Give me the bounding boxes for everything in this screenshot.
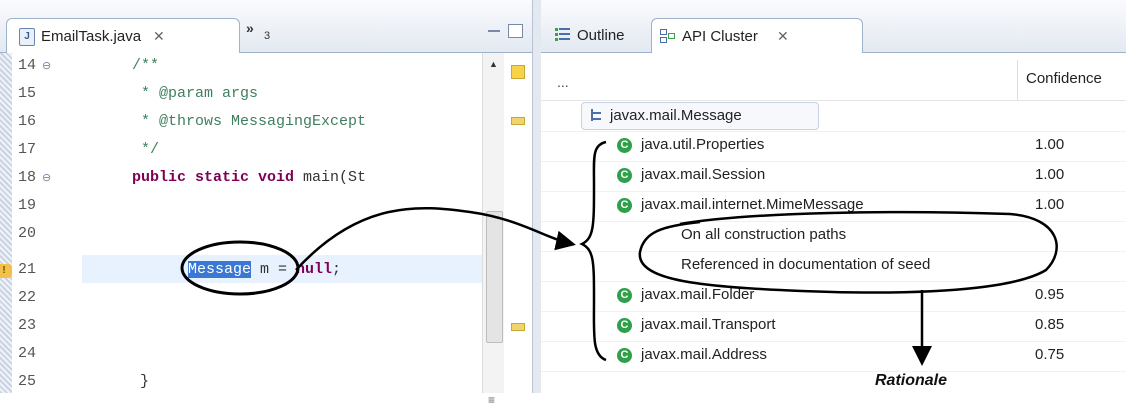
minimize-icon[interactable] bbox=[488, 30, 500, 32]
tree-row[interactable]: C javax.mail.Folder 0.95 bbox=[541, 281, 1126, 312]
class-icon: C bbox=[617, 348, 632, 363]
class-icon: C bbox=[617, 288, 632, 303]
fold-collapse-icon[interactable]: ⊖ bbox=[42, 59, 51, 72]
vertical-scrollbar[interactable]: ▲ ≡ bbox=[482, 53, 505, 407]
code-text: main(St bbox=[294, 169, 367, 186]
row-confidence: 0.85 bbox=[1035, 316, 1065, 333]
editor-tab-bar: J EmailTask.java ✕ » 3 bbox=[0, 0, 532, 53]
editor-gutter bbox=[0, 53, 12, 393]
api-cluster-view-pane: Outline API Cluster ✕ ... Confidence jav… bbox=[541, 0, 1126, 393]
class-icon: C bbox=[617, 168, 632, 183]
code-text: ; bbox=[332, 261, 342, 278]
code-text: m = bbox=[251, 261, 297, 278]
code-line-17: */ bbox=[132, 141, 160, 158]
table-header: ... Confidence bbox=[541, 60, 1126, 101]
line-number: 21 bbox=[18, 261, 37, 278]
tab-outline-label: Outline bbox=[577, 27, 625, 44]
line-number: 23 bbox=[18, 317, 37, 334]
line-number: 20 bbox=[18, 225, 37, 242]
line-number: 22 bbox=[18, 289, 37, 306]
overview-marker-icon[interactable] bbox=[511, 323, 525, 331]
tree-row[interactable]: C javax.mail.internet.MimeMessage 1.00 bbox=[541, 191, 1126, 222]
line-number: 17 bbox=[18, 141, 37, 158]
rationale-caption: Rationale bbox=[875, 372, 948, 389]
overview-marker-icon[interactable] bbox=[511, 65, 525, 79]
column-header-name[interactable]: ... bbox=[557, 74, 569, 90]
row-confidence: 1.00 bbox=[1035, 166, 1065, 183]
line-number: 25 bbox=[18, 373, 37, 390]
java-editor-pane: J EmailTask.java ✕ » 3 14 ⊖ 15 16 17 18 … bbox=[0, 0, 532, 407]
row-confidence: 1.00 bbox=[1035, 196, 1065, 213]
outline-icon bbox=[555, 28, 571, 42]
line-number: 24 bbox=[18, 345, 37, 362]
root-node[interactable]: javax.mail.Message bbox=[581, 102, 819, 130]
java-file-icon: J bbox=[19, 28, 35, 46]
fold-collapse-icon[interactable]: ⊖ bbox=[42, 171, 51, 184]
rationale-row[interactable]: Referenced in documentation of seed bbox=[541, 251, 1126, 282]
rationale-label: On all construction paths bbox=[681, 226, 847, 243]
tree-row[interactable]: C javax.mail.Transport 0.85 bbox=[541, 311, 1126, 342]
scroll-grip-icon[interactable]: ≡ bbox=[488, 393, 495, 407]
code-line-18: public static void main(St bbox=[132, 169, 366, 186]
close-icon[interactable]: ✕ bbox=[153, 28, 165, 45]
keyword-text: public static void bbox=[132, 169, 295, 186]
class-icon: C bbox=[617, 138, 632, 153]
tab-api-cluster-label: API Cluster bbox=[682, 28, 758, 45]
rationale-row[interactable]: On all construction paths bbox=[541, 221, 1126, 252]
tab-overflow-count[interactable]: 3 bbox=[264, 30, 270, 42]
line-number: 19 bbox=[18, 197, 37, 214]
selected-type-reference[interactable]: Message bbox=[188, 261, 252, 278]
type-hierarchy-icon bbox=[590, 109, 602, 121]
column-divider[interactable] bbox=[1017, 60, 1018, 100]
row-label: javax.mail.Folder bbox=[641, 286, 755, 303]
row-label: java.util.Properties bbox=[641, 136, 765, 153]
row-confidence: 0.75 bbox=[1035, 346, 1065, 363]
close-icon[interactable]: ✕ bbox=[777, 28, 789, 45]
code-line-14: /** bbox=[132, 57, 160, 74]
tab-outline[interactable]: Outline bbox=[549, 18, 649, 52]
scrollbar-thumb[interactable] bbox=[486, 211, 503, 343]
row-label: javax.mail.Address bbox=[641, 346, 767, 363]
keyword-text: null bbox=[296, 261, 333, 278]
warning-marker-icon[interactable]: ! bbox=[0, 264, 12, 278]
view-tab-bar: Outline API Cluster ✕ bbox=[541, 0, 1126, 53]
line-number: 18 bbox=[18, 169, 37, 186]
editor-tab-emailtask[interactable]: J EmailTask.java ✕ bbox=[6, 18, 240, 53]
tab-api-cluster[interactable]: API Cluster ✕ bbox=[651, 18, 863, 53]
row-label: javax.mail.internet.MimeMessage bbox=[641, 196, 864, 213]
api-cluster-icon bbox=[660, 29, 676, 43]
column-header-confidence[interactable]: Confidence bbox=[1026, 70, 1102, 87]
maximize-icon[interactable] bbox=[508, 24, 523, 38]
editor-tab-label: EmailTask.java bbox=[41, 28, 142, 45]
line-number: 16 bbox=[18, 113, 37, 130]
code-line-16: * @throws MessagingExcept bbox=[132, 113, 367, 130]
code-line-15: * @param args bbox=[132, 85, 259, 102]
root-node-label: javax.mail.Message bbox=[610, 107, 742, 124]
tree-row[interactable]: C java.util.Properties 1.00 bbox=[541, 131, 1126, 162]
row-confidence: 1.00 bbox=[1035, 136, 1065, 153]
line-number: 15 bbox=[18, 85, 37, 102]
class-icon: C bbox=[617, 318, 632, 333]
line-number: 14 bbox=[18, 57, 37, 74]
code-line-24: } bbox=[140, 373, 150, 390]
line-number-ruler: 14 ⊖ 15 16 17 18 ⊖ 19 20 21 22 23 24 25 bbox=[12, 53, 82, 393]
row-label: javax.mail.Transport bbox=[641, 316, 776, 333]
code-area[interactable]: /** * @param args * @throws MessagingExc… bbox=[82, 53, 482, 393]
rationale-label: Referenced in documentation of seed bbox=[681, 256, 931, 273]
overview-marker-icon[interactable] bbox=[511, 117, 525, 125]
row-label: javax.mail.Session bbox=[641, 166, 766, 183]
tree-row[interactable]: C javax.mail.Session 1.00 bbox=[541, 161, 1126, 192]
tree-row[interactable]: C javax.mail.Address 0.75 bbox=[541, 341, 1126, 372]
code-line-21: Message m = null; bbox=[188, 261, 341, 278]
class-icon: C bbox=[617, 198, 632, 213]
overview-ruler bbox=[504, 53, 532, 393]
tree-root-row[interactable]: javax.mail.Message bbox=[541, 101, 1126, 132]
scroll-up-arrow-icon[interactable]: ▲ bbox=[489, 59, 498, 69]
row-confidence: 0.95 bbox=[1035, 286, 1065, 303]
tab-overflow-chevron-icon[interactable]: » bbox=[246, 20, 254, 36]
